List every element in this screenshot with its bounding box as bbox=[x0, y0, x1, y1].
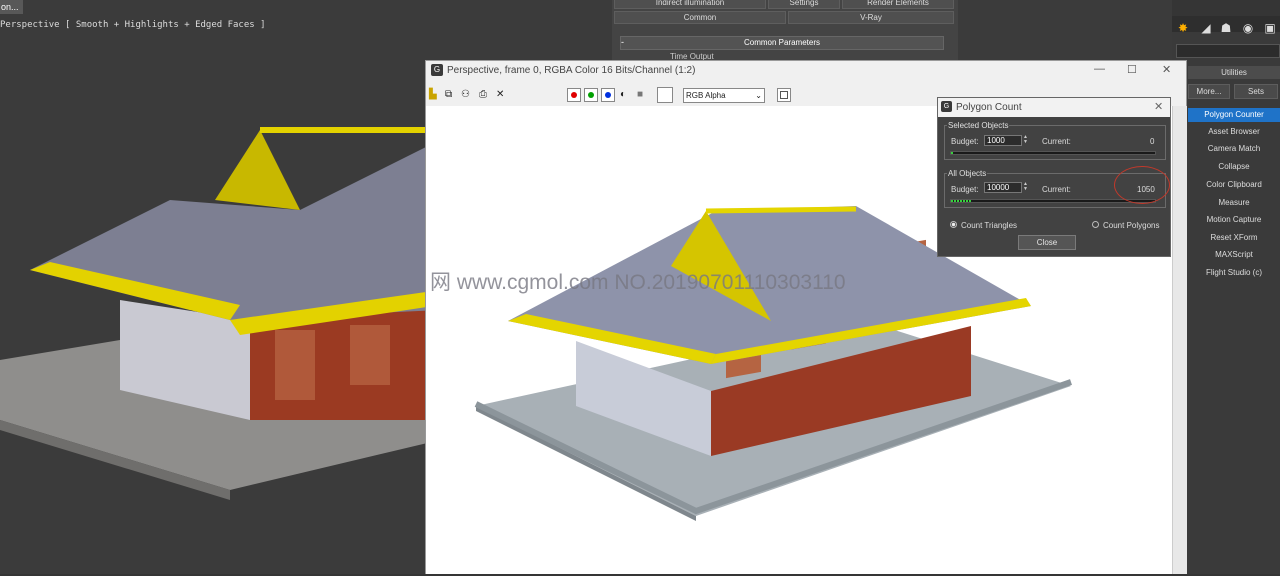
channel-select[interactable]: RGB Alpha ⌄ bbox=[683, 88, 765, 103]
count-polygons-radio[interactable] bbox=[1092, 221, 1099, 228]
count-triangles-radio[interactable] bbox=[950, 221, 957, 228]
modify-icon[interactable]: ◢ bbox=[1198, 20, 1214, 36]
tab-common[interactable]: Common bbox=[614, 11, 786, 24]
selected-progress-bar bbox=[950, 151, 1156, 155]
tab-settings[interactable]: Settings bbox=[768, 0, 840, 9]
monochrome-icon[interactable]: ■ bbox=[637, 89, 643, 100]
close-button[interactable]: Close bbox=[1018, 235, 1076, 250]
utility-measure[interactable]: Measure bbox=[1188, 196, 1280, 210]
utility-color-clipboard[interactable]: Color Clipboard bbox=[1188, 178, 1280, 192]
print-image-icon[interactable]: ⎙ bbox=[479, 89, 487, 100]
swatch-color[interactable] bbox=[657, 87, 673, 103]
utility-polygon-counter[interactable]: Polygon Counter bbox=[1188, 108, 1280, 122]
highlight-circle bbox=[1114, 166, 1170, 204]
utilities-rollout[interactable]: Utilities bbox=[1188, 66, 1280, 79]
more-button[interactable]: More... bbox=[1188, 84, 1230, 99]
all-current-label: Current: bbox=[1042, 185, 1071, 194]
blue-channel-toggle[interactable] bbox=[601, 88, 615, 102]
selected-current-value: 0 bbox=[1150, 137, 1155, 146]
create-icon[interactable]: ✸ bbox=[1175, 20, 1191, 36]
utility-motion-capture[interactable]: Motion Capture bbox=[1188, 213, 1280, 227]
max-app-icon: G bbox=[941, 101, 952, 112]
utility-flight-studio[interactable]: Flight Studio (c) bbox=[1188, 266, 1280, 280]
utility-asset-browser[interactable]: Asset Browser bbox=[1188, 125, 1280, 139]
polygon-count-title: Polygon Count bbox=[956, 102, 1022, 113]
common-parameters-rollout[interactable]: Common Parameters bbox=[620, 36, 944, 50]
selected-current-label: Current: bbox=[1042, 137, 1071, 146]
channel-select-value: RGB Alpha bbox=[686, 91, 726, 100]
red-channel-toggle[interactable] bbox=[567, 88, 581, 102]
all-progress-fill bbox=[951, 200, 972, 202]
green-channel-toggle[interactable] bbox=[584, 88, 598, 102]
display-icon[interactable]: ▣ bbox=[1262, 20, 1278, 36]
render-setup-panel: Indirect illumination Settings Render El… bbox=[612, 0, 958, 66]
close-window-button[interactable]: ✕ bbox=[1162, 63, 1171, 76]
utility-collapse[interactable]: Collapse bbox=[1188, 160, 1280, 174]
toggle-ui-icon[interactable] bbox=[777, 88, 791, 102]
minimize-button[interactable]: — bbox=[1094, 63, 1105, 75]
selected-budget-label: Budget: bbox=[951, 137, 979, 146]
all-budget-label: Budget: bbox=[951, 185, 979, 194]
selected-budget-input[interactable]: 1000 bbox=[984, 135, 1022, 146]
command-panel bbox=[1172, 16, 1280, 574]
command-panel-field[interactable] bbox=[1176, 44, 1280, 58]
clear-image-icon[interactable]: ✕ bbox=[496, 89, 504, 100]
frame-scrollbar[interactable] bbox=[1172, 106, 1187, 574]
count-triangles-label: Count Triangles bbox=[961, 221, 1018, 230]
selected-budget-spinner[interactable]: ▲ ▼ bbox=[1022, 135, 1029, 146]
utility-maxscript[interactable]: MAXScript bbox=[1188, 248, 1280, 262]
motion-icon[interactable]: ◉ bbox=[1240, 20, 1256, 36]
sets-button[interactable]: Sets bbox=[1234, 84, 1278, 99]
viewport-label[interactable]: Perspective [ Smooth + Highlights + Edge… bbox=[0, 20, 266, 30]
tab-indirect-illumination[interactable]: Indirect illumination bbox=[614, 0, 766, 9]
frame-window-title: Perspective, frame 0, RGBA Color 16 Bits… bbox=[447, 65, 696, 76]
utility-camera-match[interactable]: Camera Match bbox=[1188, 142, 1280, 156]
clone-window-icon[interactable]: ⚇ bbox=[461, 89, 470, 100]
display-alpha-icon[interactable]: ◐ bbox=[620, 89, 626, 100]
menu-tab[interactable]: on... bbox=[0, 0, 23, 14]
tab-vray[interactable]: V-Ray bbox=[788, 11, 954, 24]
selected-progress-fill bbox=[951, 152, 953, 154]
utility-reset-xform[interactable]: Reset XForm bbox=[1188, 231, 1280, 245]
all-budget-input[interactable]: 10000 bbox=[984, 182, 1022, 193]
count-polygons-label: Count Polygons bbox=[1103, 221, 1160, 230]
all-budget-spinner[interactable]: ▲ ▼ bbox=[1022, 182, 1029, 193]
hierarchy-icon[interactable]: ☗ bbox=[1218, 20, 1234, 36]
watermark: 网 www.cgmol.com NO.20190701110303110 bbox=[430, 271, 846, 294]
close-dialog-button[interactable]: ✕ bbox=[1154, 100, 1163, 113]
maximize-button[interactable]: ☐ bbox=[1127, 63, 1137, 76]
chevron-down-icon: ⌄ bbox=[755, 91, 762, 100]
max-app-icon: G bbox=[431, 64, 443, 76]
copy-image-icon[interactable]: ⧉ bbox=[445, 89, 452, 100]
tab-render-elements[interactable]: Render Elements bbox=[842, 0, 954, 9]
selected-objects-label: Selected Objects bbox=[947, 121, 1010, 130]
rollout-collapse-icon[interactable]: - bbox=[621, 36, 624, 48]
all-objects-label: All Objects bbox=[947, 169, 988, 178]
save-image-icon[interactable]: ▙ bbox=[429, 89, 437, 100]
